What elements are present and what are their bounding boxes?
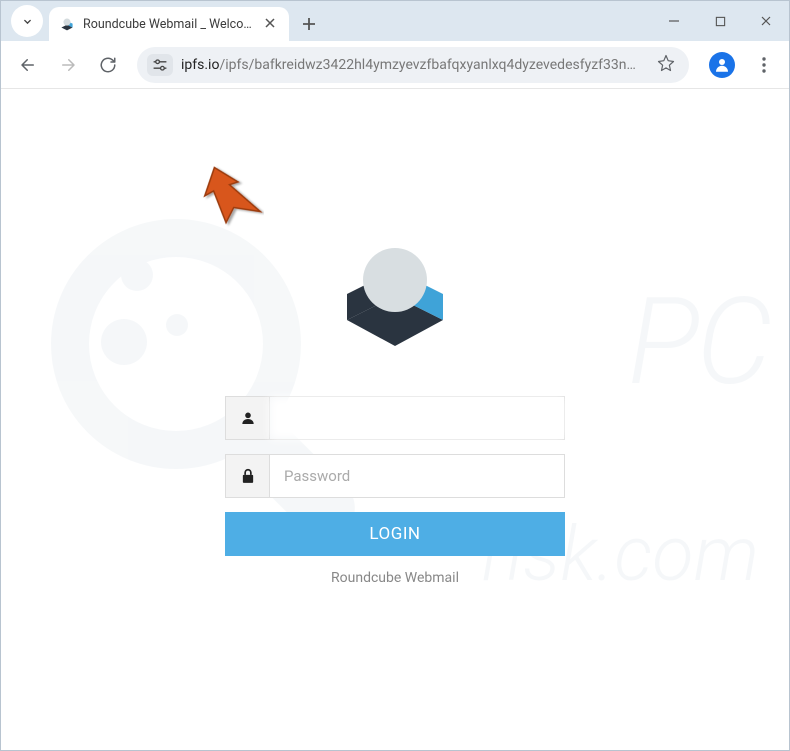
back-button[interactable]	[11, 48, 45, 82]
plus-icon	[302, 17, 316, 31]
annotation-arrow-icon	[184, 162, 264, 232]
arrow-right-icon	[59, 56, 77, 74]
close-icon	[760, 15, 772, 27]
toolbar: ipfs.io/ipfs/bafkreidwz3422hl4ymzyevzfba…	[1, 41, 789, 89]
username-row	[225, 396, 565, 440]
tab-close-button[interactable]	[261, 16, 279, 32]
url-text: ipfs.io/ipfs/bafkreidwz3422hl4ymzyevzfba…	[181, 57, 645, 73]
browser-tab[interactable]: Roundcube Webmail _ Welcom	[49, 7, 289, 41]
reload-button[interactable]	[91, 48, 125, 82]
browser-menu-button[interactable]	[749, 57, 779, 73]
recent-tabs-button[interactable]	[11, 5, 43, 37]
arrow-left-icon	[19, 56, 37, 74]
star-icon	[657, 54, 675, 72]
login-form: LOGIN Roundcube Webmail	[225, 234, 565, 586]
favicon-icon	[59, 16, 75, 32]
profile-button[interactable]	[709, 52, 735, 78]
window-maximize-button[interactable]	[697, 1, 743, 41]
window-minimize-button[interactable]	[651, 1, 697, 41]
username-input[interactable]	[270, 397, 564, 439]
tab-title: Roundcube Webmail _ Welcom	[83, 17, 253, 32]
site-settings-button[interactable]	[147, 54, 173, 76]
vertical-dots-icon	[762, 57, 766, 73]
address-bar[interactable]: ipfs.io/ipfs/bafkreidwz3422hl4ymzyevzfba…	[137, 47, 689, 83]
roundcube-logo-icon	[330, 234, 460, 364]
close-icon	[265, 18, 275, 28]
password-row	[225, 454, 565, 498]
reload-icon	[99, 56, 117, 74]
roundcube-logo	[330, 234, 460, 364]
minimize-icon	[668, 15, 680, 27]
person-icon	[713, 56, 731, 74]
tune-icon	[152, 58, 168, 72]
password-input[interactable]	[270, 455, 564, 497]
window-controls	[651, 1, 789, 41]
form-caption: Roundcube Webmail	[331, 570, 459, 586]
maximize-icon	[715, 16, 726, 27]
chevron-down-icon	[21, 15, 34, 28]
page-content: PC risk.com	[1, 89, 789, 750]
tab-bar: Roundcube Webmail _ Welcom	[1, 1, 789, 41]
forward-button[interactable]	[51, 48, 85, 82]
window-close-button[interactable]	[743, 1, 789, 41]
user-icon	[226, 397, 270, 439]
lock-icon	[226, 455, 270, 497]
login-button[interactable]: LOGIN	[225, 512, 565, 556]
new-tab-button[interactable]	[295, 10, 323, 38]
bookmark-button[interactable]	[653, 54, 679, 76]
